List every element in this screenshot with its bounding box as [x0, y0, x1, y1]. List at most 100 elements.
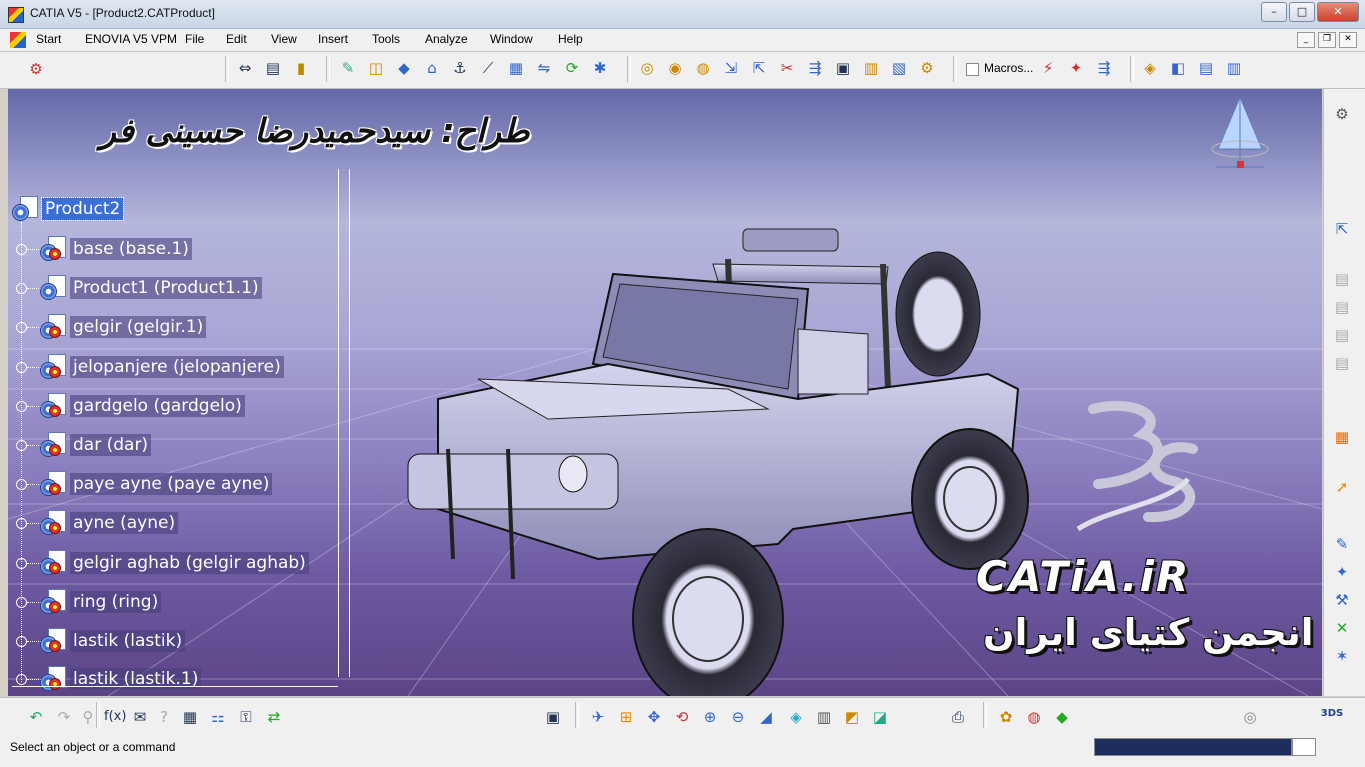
- tree-node-label[interactable]: gardgelo (gardgelo): [70, 395, 245, 417]
- formula-icon[interactable]: f(x): [104, 707, 126, 727]
- menu-help[interactable]: Help: [558, 32, 583, 46]
- macros-checkbox[interactable]: [966, 63, 979, 76]
- catalog-browser-icon[interactable]: ✿: [996, 707, 1016, 727]
- replace-component-icon[interactable]: ⟋: [478, 58, 498, 78]
- minimize-button[interactable]: –: [1261, 2, 1287, 22]
- material-icon[interactable]: ◍: [1024, 707, 1044, 727]
- repeat-icon[interactable]: ⚲: [78, 707, 98, 727]
- product-structure-icon[interactable]: ⚙: [1332, 104, 1352, 124]
- hide-show-icon[interactable]: ◩: [842, 707, 862, 727]
- tree-node[interactable]: base (base.1): [40, 236, 192, 262]
- swap-visible-icon[interactable]: ◪: [870, 707, 890, 727]
- fly-mode-icon[interactable]: ✈: [588, 707, 608, 727]
- maximize-button[interactable]: □: [1289, 2, 1315, 22]
- annotation-icon[interactable]: ✎: [1332, 534, 1352, 554]
- manipulation-icon[interactable]: ◧: [1168, 58, 1188, 78]
- menu-analyze[interactable]: Analyze: [425, 32, 468, 46]
- group-tool-4-icon[interactable]: ▤: [1332, 353, 1352, 373]
- catia-menu-icon[interactable]: [10, 32, 26, 48]
- tree-node-label[interactable]: gelgir aghab (gelgir aghab): [70, 552, 309, 574]
- group-tool-3-icon[interactable]: ▤: [1332, 325, 1352, 345]
- table-icon[interactable]: ▦: [180, 707, 200, 727]
- tree-layout-icon[interactable]: ⚏: [208, 707, 228, 727]
- tree-vertical-scrollbar[interactable]: [338, 169, 350, 677]
- tree-node[interactable]: gardgelo (gardgelo): [40, 393, 245, 419]
- pointer-icon[interactable]: ➚: [1332, 477, 1352, 497]
- select-tool-icon[interactable]: ⇱: [1332, 219, 1352, 239]
- close-button[interactable]: ✕: [1317, 2, 1359, 22]
- tree-node[interactable]: gelgir aghab (gelgir aghab): [40, 550, 309, 576]
- catia-app-icon[interactable]: [8, 7, 24, 23]
- publish-icon[interactable]: ✶: [1332, 646, 1352, 666]
- tree-node-label[interactable]: paye ayne (paye ayne): [70, 473, 273, 495]
- rotate-icon[interactable]: ⟲: [672, 707, 692, 727]
- tree-node[interactable]: ring (ring): [40, 589, 162, 615]
- insert-part-icon[interactable]: ⌂: [422, 58, 442, 78]
- tree-node[interactable]: gelgir (gelgir.1): [40, 314, 207, 340]
- tree-node[interactable]: ayne (ayne): [40, 510, 179, 536]
- inertia-icon[interactable]: ▮: [291, 58, 311, 78]
- contact-constraint-icon[interactable]: ◉: [665, 58, 685, 78]
- update-icon[interactable]: ⟳: [562, 58, 582, 78]
- menu-window[interactable]: Window: [490, 32, 533, 46]
- link-icon[interactable]: ⇄: [264, 707, 284, 727]
- print-icon[interactable]: ⎙: [948, 707, 968, 727]
- doc-close-button[interactable]: ✕: [1339, 32, 1357, 48]
- menu-insert[interactable]: Insert: [318, 32, 348, 46]
- offset-constraint-icon[interactable]: ◍: [693, 58, 713, 78]
- menu-file[interactable]: File: [185, 32, 204, 46]
- insert-product-icon[interactable]: ◆: [394, 58, 414, 78]
- fix-together-icon[interactable]: ✂: [777, 58, 797, 78]
- change-constraint-icon[interactable]: ▥: [861, 58, 881, 78]
- grid-tool-icon[interactable]: ▦: [1332, 427, 1352, 447]
- apply-material-icon[interactable]: ◆: [1052, 707, 1072, 727]
- tree-node-label[interactable]: base (base.1): [70, 238, 192, 260]
- redo-icon[interactable]: ↷: [54, 707, 74, 727]
- tree-horizontal-scrollbar[interactable]: [12, 686, 338, 693]
- zoom-out-icon[interactable]: ⊖: [728, 707, 748, 727]
- menu-tools[interactable]: Tools: [372, 32, 400, 46]
- graph-tree-icon[interactable]: ▦: [506, 58, 526, 78]
- clash-icon[interactable]: ✦: [1066, 58, 1086, 78]
- hint-icon[interactable]: ?: [154, 707, 174, 727]
- space-analysis-icon[interactable]: ⚡: [1038, 58, 1058, 78]
- lock-icon[interactable]: ⚿: [236, 707, 256, 727]
- menu-start[interactable]: Start: [36, 32, 61, 46]
- axis-icon[interactable]: ✕: [1332, 618, 1352, 638]
- undo-icon[interactable]: ↶: [26, 707, 46, 727]
- reuse-pattern-icon[interactable]: ▧: [889, 58, 909, 78]
- tree-node[interactable]: lastik (lastik): [40, 628, 186, 654]
- command-input[interactable]: [1094, 738, 1292, 756]
- menu-view[interactable]: View: [271, 32, 297, 46]
- flexible-icon[interactable]: ▣: [833, 58, 853, 78]
- product-tool-icon[interactable]: ⚙: [26, 59, 46, 79]
- insert-component-icon[interactable]: ◫: [366, 58, 386, 78]
- group-tool-2-icon[interactable]: ▤: [1332, 297, 1352, 317]
- capture-icon[interactable]: ⚒: [1332, 590, 1352, 610]
- multi-instantiation-icon[interactable]: ✱: [590, 58, 610, 78]
- catalog-icon[interactable]: ✎: [338, 58, 358, 78]
- menu-edit[interactable]: Edit: [226, 32, 247, 46]
- view-cube-icon[interactable]: ◈: [786, 707, 806, 727]
- comment-icon[interactable]: ✉: [130, 707, 150, 727]
- tree-node-label[interactable]: ring (ring): [70, 591, 162, 613]
- group-tool-icon[interactable]: ▤: [1332, 269, 1352, 289]
- doc-restore-button[interactable]: ❐: [1318, 32, 1336, 48]
- pan-icon[interactable]: ✥: [644, 707, 664, 727]
- jeep-model[interactable]: [407, 228, 1029, 696]
- render-style-icon[interactable]: ▥: [814, 707, 834, 727]
- sectioning-icon[interactable]: ⇶: [1094, 58, 1114, 78]
- 3d-viewport[interactable]: طراح: سیدحمیدرضا حسینی فر CATiA.iR انجمن…: [8, 89, 1322, 696]
- compass-icon[interactable]: [1211, 95, 1269, 168]
- measure-item-icon[interactable]: ▤: [263, 58, 283, 78]
- bill-of-material-icon[interactable]: ▤: [1196, 58, 1216, 78]
- tree-node[interactable]: jelopanjere (jelopanjere): [40, 354, 284, 380]
- explode-icon[interactable]: ◈: [1140, 58, 1160, 78]
- command-input-extension[interactable]: [1292, 738, 1316, 756]
- tree-node-root[interactable]: Product2: [12, 196, 125, 222]
- fix-component-icon[interactable]: ⇱: [749, 58, 769, 78]
- camera-icon[interactable]: ▣: [543, 707, 563, 727]
- tree-node-label[interactable]: ayne (ayne): [70, 512, 179, 534]
- tree-node[interactable]: paye ayne (paye ayne): [40, 471, 273, 497]
- tree-node[interactable]: Product1 (Product1.1): [40, 275, 262, 301]
